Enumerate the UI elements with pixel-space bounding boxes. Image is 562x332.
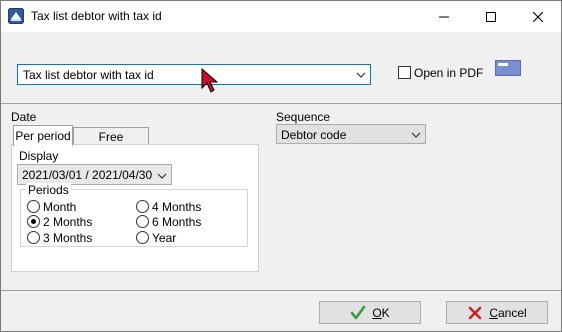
chevron-down-icon (356, 72, 366, 78)
maximize-button[interactable] (468, 1, 514, 32)
window-title: Tax list debtor with tax id (31, 9, 162, 23)
cancel-button[interactable]: Cancel (446, 301, 548, 324)
chevron-down-icon (411, 132, 421, 138)
radio-6-months[interactable] (136, 215, 149, 228)
title-bar: Tax list debtor with tax id (1, 1, 561, 32)
report-type-dropdown[interactable]: Tax list debtor with tax id (17, 64, 371, 85)
app-icon (8, 8, 24, 24)
ok-button[interactable]: OK (319, 301, 421, 324)
radio-year-label[interactable]: Year (152, 231, 176, 245)
open-in-pdf-checkbox[interactable] (398, 66, 411, 79)
maximize-icon (486, 11, 496, 22)
radio-6-months-label[interactable]: 6 Months (152, 215, 201, 229)
radio-3-months-label[interactable]: 3 Months (43, 231, 92, 245)
tab-free-selection[interactable]: Free selection (73, 127, 149, 158)
display-label: Display (19, 149, 59, 163)
radio-2-months[interactable] (27, 215, 40, 228)
radio-month[interactable] (27, 200, 40, 213)
check-icon (351, 305, 366, 319)
minimize-icon (439, 16, 449, 17)
close-icon (533, 11, 543, 22)
periods-label: Periods (26, 183, 71, 197)
display-period-value: 2021/03/01 / 2021/04/30 (22, 168, 153, 182)
radio-month-label[interactable]: Month (43, 200, 76, 214)
open-in-pdf-label[interactable]: Open in PDF (414, 66, 483, 80)
sequence-dropdown[interactable]: Debtor code (276, 124, 426, 144)
sequence-label: Sequence (276, 110, 331, 124)
minimize-button[interactable] (421, 1, 467, 32)
sequence-value: Debtor code (281, 128, 347, 142)
tab-per-period[interactable]: Per period (13, 125, 73, 146)
report-selection-area: Tax list debtor with tax id Open in PDF (1, 32, 561, 104)
radio-3-months[interactable] (27, 231, 40, 244)
radio-4-months-label[interactable]: 4 Months (152, 200, 201, 214)
display-period-dropdown[interactable]: 2021/03/01 / 2021/04/30 (17, 164, 172, 185)
cancel-button-label: Cancel (489, 305, 527, 320)
radio-4-months[interactable] (136, 200, 149, 213)
dialog-window: Tax list debtor with tax id Tax list deb… (0, 0, 562, 332)
x-icon (469, 306, 482, 319)
radio-2-months-label[interactable]: 2 Months (43, 215, 92, 229)
date-section-label: Date (11, 110, 37, 124)
chevron-down-icon (157, 173, 167, 179)
radio-year[interactable] (136, 231, 149, 244)
pdf-icon[interactable] (495, 60, 521, 76)
ok-button-label: OK (372, 305, 390, 320)
mouse-cursor-icon (201, 68, 219, 93)
close-button[interactable] (515, 1, 561, 32)
report-type-value: Tax list debtor with tax id (23, 68, 154, 82)
